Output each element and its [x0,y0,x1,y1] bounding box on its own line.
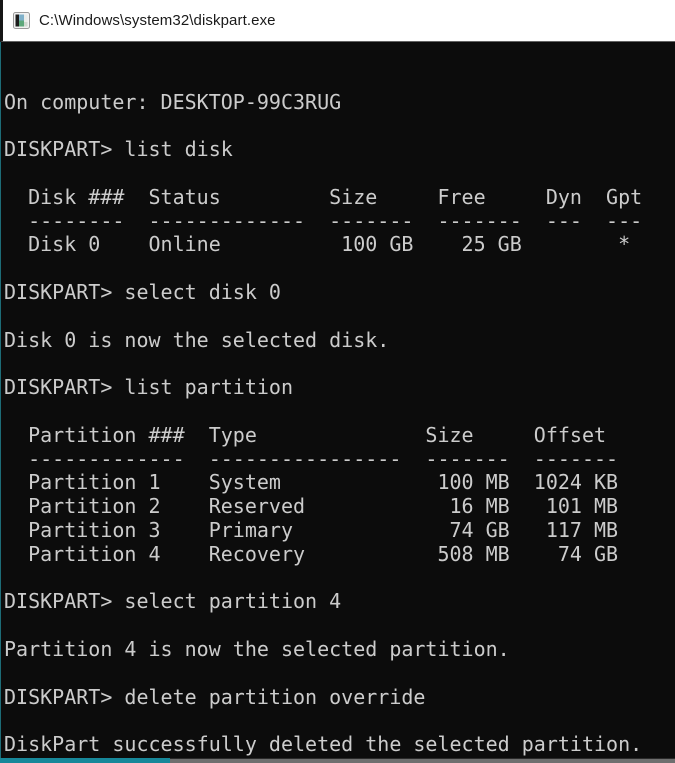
console-line [4,614,675,638]
console-line [4,709,675,733]
console-line: DISKPART> select partition 4 [4,590,675,614]
diskpart-window: C:\Windows\system32\diskpart.exe On comp… [0,0,675,763]
console-line: Partition 2 Reserved 16 MB 101 MB [4,495,675,519]
console-line: Disk 0 is now the selected disk. [4,329,675,353]
console-line [4,400,675,424]
console-line: Partition 1 System 100 MB 1024 KB [4,471,675,495]
console-line [4,662,675,686]
diskpart-console-icon[interactable] [13,12,30,29]
console-line [4,567,675,591]
console-output: On computer: DESKTOP-99C3RUG DISKPART> li… [4,91,675,758]
accent-border-segment [0,758,170,763]
console-line: DISKPART> list partition [4,376,675,400]
window-title: C:\Windows\system32\diskpart.exe [39,12,276,29]
horizontal-scrollbar[interactable] [170,758,675,763]
console-line [4,305,675,329]
console-line: DISKPART> list disk [4,138,675,162]
console-line: Partition 4 Recovery 508 MB 74 GB [4,543,675,567]
title-bar[interactable]: C:\Windows\system32\diskpart.exe [0,0,675,42]
window-bottom-edge [0,758,675,763]
console-line [4,114,675,138]
console-line [4,162,675,186]
console-line: DISKPART> select disk 0 [4,281,675,305]
terminal-screen[interactable]: On computer: DESKTOP-99C3RUG DISKPART> li… [0,42,675,758]
console-line: Partition 3 Primary 74 GB 117 MB [4,519,675,543]
console-line: ------------- ---------------- ------- -… [4,448,675,472]
console-line: Disk 0 Online 100 GB 25 GB * [4,233,675,257]
console-line: DiskPart successfully deleted the select… [4,733,675,757]
console-line: On computer: DESKTOP-99C3RUG [4,91,675,115]
console-line [4,257,675,281]
console-line: Disk ### Status Size Free Dyn Gpt [4,186,675,210]
console-line [4,352,675,376]
console-line: Partition 4 is now the selected partitio… [4,638,675,662]
console-line: DISKPART> delete partition override [4,686,675,710]
console-line: Partition ### Type Size Offset [4,424,675,448]
console-line: -------- ------------- ------- ------- -… [4,210,675,234]
